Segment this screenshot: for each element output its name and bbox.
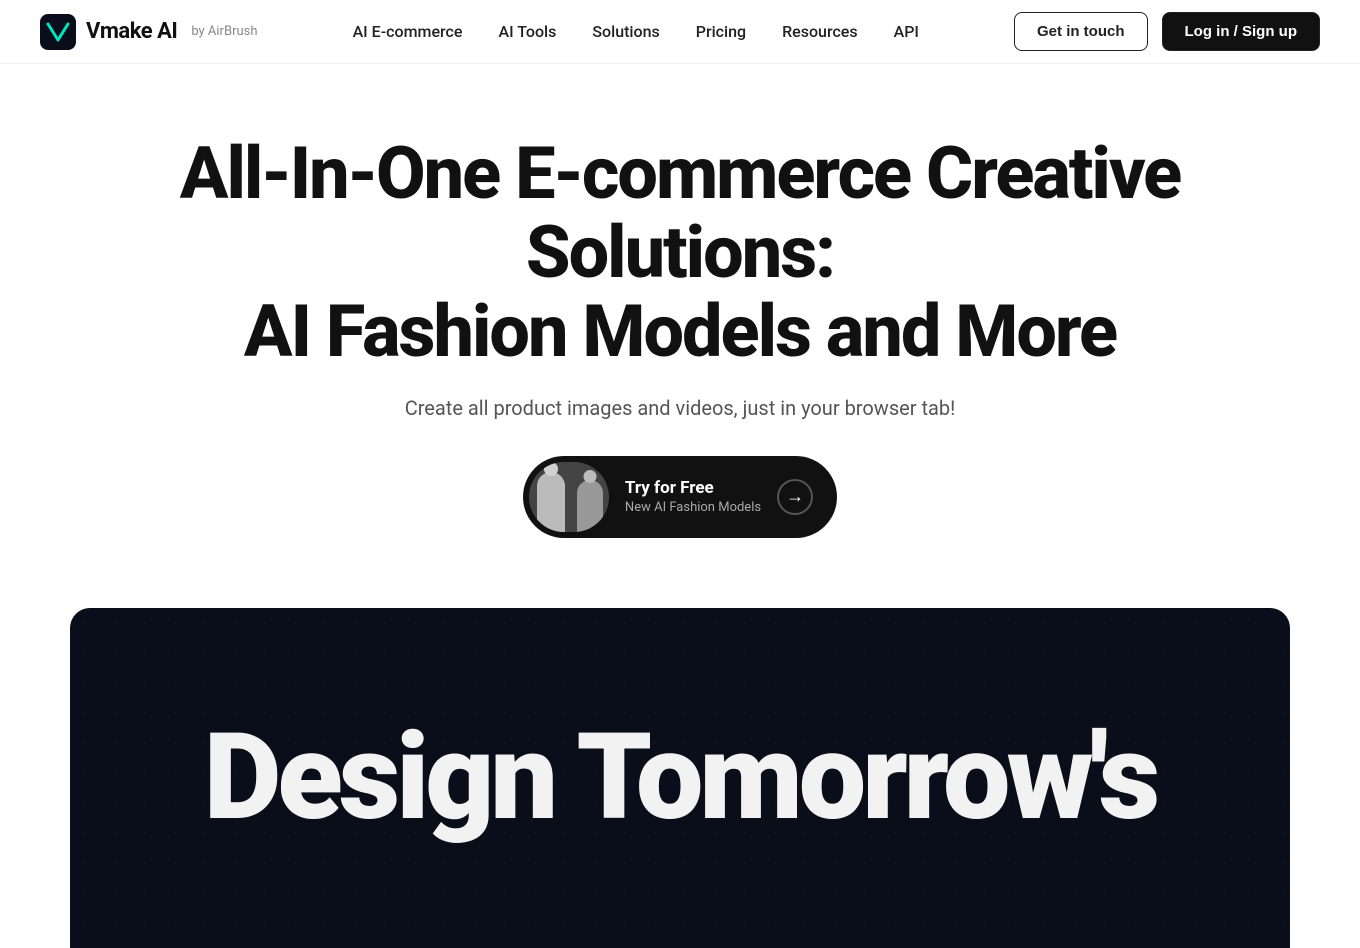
hero-title: All-In-One E-commerce Creative Solutions… (130, 134, 1230, 372)
navbar: Vmake AI by AirBrush AI E-commerce AI To… (0, 0, 1360, 64)
nav-link-api[interactable]: API (894, 22, 919, 41)
nav-link-ai-ecommerce[interactable]: AI E-commerce (353, 22, 463, 41)
nav-links: AI E-commerce AI Tools Solutions Pricing… (353, 22, 919, 41)
login-signup-button[interactable]: Log in / Sign up (1162, 12, 1320, 51)
nav-link-pricing[interactable]: Pricing (696, 22, 746, 41)
nav-link-solutions[interactable]: Solutions (592, 22, 659, 41)
cta-arrow-icon: → (777, 479, 813, 515)
dark-banner-section: Design Tomorrow's (70, 608, 1290, 948)
vmake-logo-icon (40, 14, 76, 50)
hero-title-line2: AI Fashion Models and More (244, 289, 1116, 374)
get-in-touch-button[interactable]: Get in touch (1014, 12, 1148, 51)
fashion-model-left (537, 472, 565, 532)
cta-text-block: Try for Free New AI Fashion Models (625, 478, 761, 515)
cta-fashion-models-image (529, 462, 609, 532)
hero-title-line1: All-In-One E-commerce Creative Solutions… (180, 131, 1181, 295)
hero-subtitle: Create all product images and videos, ju… (40, 396, 1320, 420)
design-tomorrow-heading: Design Tomorrow's (204, 718, 1157, 838)
brand-name: Vmake AI (86, 19, 177, 44)
nav-link-ai-tools[interactable]: AI Tools (498, 22, 556, 41)
cta-banner-button[interactable]: Try for Free New AI Fashion Models → (523, 456, 837, 538)
nav-link-resources[interactable]: Resources (782, 22, 858, 41)
nav-actions: Get in touch Log in / Sign up (1014, 12, 1320, 51)
by-airbrush-label: by AirBrush (191, 24, 257, 39)
logo-area: Vmake AI by AirBrush (40, 14, 258, 50)
hero-section: All-In-One E-commerce Creative Solutions… (0, 64, 1360, 568)
fashion-model-right (577, 480, 603, 532)
cta-main-label: Try for Free (625, 478, 761, 498)
cta-sub-label: New AI Fashion Models (625, 500, 761, 515)
